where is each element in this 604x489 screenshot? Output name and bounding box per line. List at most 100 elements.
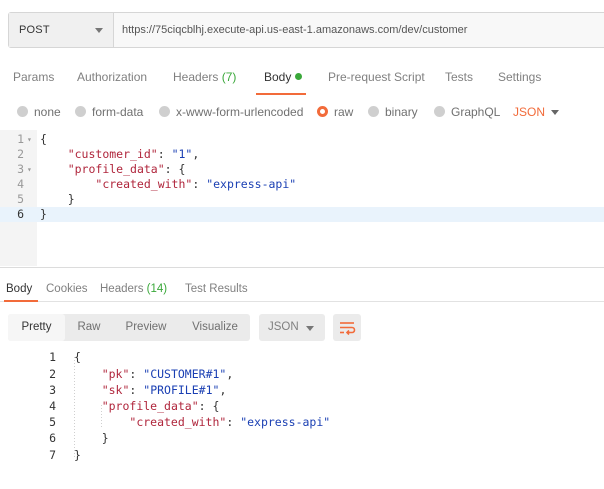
fold-arrow-icon[interactable]: ▾ xyxy=(27,162,32,177)
editor-code: } xyxy=(40,192,75,207)
editor-line: 3 ▾ "profile_data": { xyxy=(0,162,604,177)
chevron-down-icon xyxy=(95,28,103,33)
url-input[interactable]: https://75ciqcblhj.execute-api.us-east-1… xyxy=(122,24,467,36)
editor-line: 1 ▾ { xyxy=(0,132,604,147)
json-key: "customer_id" xyxy=(67,147,158,161)
response-line: 2 "pk": "CUSTOMER#1", xyxy=(0,366,604,382)
response-tabs: Body Cookies Headers (14) Test Results xyxy=(0,283,604,303)
json-value: "express-api" xyxy=(240,415,331,429)
editor-line-current: 6 } xyxy=(0,207,604,222)
line-number: 4 xyxy=(49,399,56,413)
json-brace: : { xyxy=(198,399,220,413)
line-number: 6 xyxy=(49,431,56,445)
response-line: 4 "profile_data": { xyxy=(0,398,604,414)
tab-response-headers-count: (14) xyxy=(146,283,168,295)
response-format-select[interactable]: JSON xyxy=(259,314,325,341)
json-value: "PROFILE#1" xyxy=(143,383,220,397)
response-format-label: JSON xyxy=(268,321,299,333)
wrap-lines-icon xyxy=(340,322,356,336)
view-preview[interactable]: Preview xyxy=(114,314,178,341)
response-code: { xyxy=(74,349,81,365)
tab-tests[interactable]: Tests xyxy=(445,70,473,84)
json-value: "express-api" xyxy=(206,177,297,191)
method-label: POST xyxy=(19,24,50,36)
chevron-down-icon[interactable] xyxy=(551,110,559,115)
radio-label: binary xyxy=(385,105,418,119)
json-brace: } xyxy=(74,448,81,462)
response-line: 7 } xyxy=(0,447,604,463)
tab-settings[interactable]: Settings xyxy=(498,70,541,84)
response-code: "created_with": "express-api" xyxy=(74,414,330,430)
pane-divider[interactable] xyxy=(0,267,604,268)
json-value: "1" xyxy=(171,147,193,161)
tab-test-results[interactable]: Test Results xyxy=(185,283,248,295)
response-line: 6 } xyxy=(0,430,604,446)
line-number: 5 xyxy=(49,415,56,429)
line-number: 1 xyxy=(17,132,24,146)
modified-dot-icon xyxy=(295,73,303,80)
view-pretty[interactable]: Pretty xyxy=(8,314,65,341)
line-number: 3 xyxy=(17,162,24,176)
response-code: } xyxy=(74,430,109,446)
line-number: 5 xyxy=(17,192,24,206)
json-colon: : xyxy=(129,383,144,397)
active-response-tab-indicator xyxy=(4,300,38,302)
request-body-editor[interactable]: 1 ▾ { 2 "customer_id": "1", 3 ▾ "profile… xyxy=(0,130,604,266)
view-visualize[interactable]: Visualize xyxy=(180,314,250,341)
request-tabs: Params Authorization Headers (7) Body Pr… xyxy=(0,70,604,94)
response-code: "profile_data": { xyxy=(74,398,220,414)
view-raw[interactable]: Raw xyxy=(66,314,112,341)
tab-response-headers[interactable]: Headers (14) xyxy=(100,283,167,295)
radio-icon xyxy=(75,106,86,117)
radio-label: none xyxy=(34,105,61,119)
radio-selected-icon xyxy=(317,106,328,117)
line-number: 1 xyxy=(49,350,56,364)
tab-headers[interactable]: Headers (7) xyxy=(173,70,236,84)
json-brace: } xyxy=(40,207,47,221)
chevron-down-icon xyxy=(306,326,314,331)
line-number: 7 xyxy=(49,448,56,462)
radio-icon xyxy=(17,106,28,117)
editor-line: 5 } xyxy=(0,192,604,207)
response-tabs-border xyxy=(0,301,604,302)
tab-headers-label: Headers xyxy=(173,70,219,84)
json-brace: } xyxy=(101,431,109,445)
active-tab-indicator xyxy=(256,93,306,95)
wrap-lines-button[interactable] xyxy=(333,314,361,341)
editor-code: "created_with": "express-api" xyxy=(40,177,296,192)
json-key: "profile_data" xyxy=(101,399,199,413)
response-line: 5 "created_with": "express-api" xyxy=(0,414,604,430)
tab-response-body[interactable]: Body xyxy=(6,283,32,295)
radio-label: x-www-form-urlencoded xyxy=(176,105,304,119)
line-number: 2 xyxy=(17,147,24,161)
json-comma: , xyxy=(219,383,227,397)
line-number: 2 xyxy=(49,367,56,381)
json-brace: : { xyxy=(164,162,186,176)
radio-label: raw xyxy=(334,105,354,119)
tab-params[interactable]: Params xyxy=(13,70,54,84)
line-number: 3 xyxy=(49,383,56,397)
tab-authorization[interactable]: Authorization xyxy=(77,70,147,84)
editor-code: "customer_id": "1", xyxy=(40,147,200,162)
tab-pre-request-script[interactable]: Pre-request Script xyxy=(328,70,425,84)
json-colon: : xyxy=(192,177,207,191)
response-code: "pk": "CUSTOMER#1", xyxy=(74,366,234,382)
radio-icon xyxy=(368,106,379,117)
response-body-viewer[interactable]: 1 { 2 "pk": "CUSTOMER#1", 3 "sk": "PROFI… xyxy=(0,349,604,469)
fold-arrow-icon[interactable]: ▾ xyxy=(27,132,32,147)
line-number: 6 xyxy=(17,207,24,221)
method-select[interactable]: POST xyxy=(9,13,114,47)
tab-cookies[interactable]: Cookies xyxy=(46,283,88,295)
editor-code: "profile_data": { xyxy=(40,162,186,177)
radio-label: form-data xyxy=(92,105,144,119)
tab-response-headers-label: Headers xyxy=(100,283,144,295)
tab-body-label: Body xyxy=(264,70,292,84)
json-comma: , xyxy=(226,367,234,381)
body-format-select[interactable]: JSON xyxy=(513,105,545,119)
json-colon: : xyxy=(129,367,144,381)
url-bar: POST https://75ciqcblhj.execute-api.us-e… xyxy=(8,12,604,48)
radio-icon xyxy=(434,106,445,117)
radio-icon xyxy=(159,106,170,117)
json-value: "CUSTOMER#1" xyxy=(143,367,227,381)
tab-body[interactable]: Body xyxy=(264,70,303,84)
